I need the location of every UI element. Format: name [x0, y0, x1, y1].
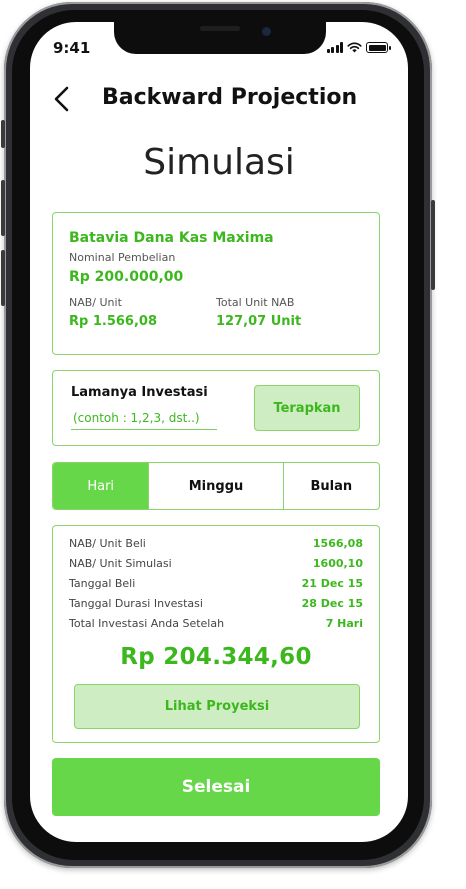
nominal-label: Nominal Pembelian — [69, 251, 176, 264]
back-button[interactable] — [48, 84, 78, 114]
result-row: NAB/ Unit Simulasi 1600,10 — [69, 557, 363, 573]
volume-up-button — [1, 180, 5, 236]
result-value: 1566,08 — [312, 537, 363, 550]
status-time: 9:41 — [53, 39, 91, 57]
mute-switch — [1, 120, 5, 148]
page-title: Backward Projection — [102, 85, 358, 110]
result-label: NAB/ Unit Beli — [69, 537, 146, 550]
total-investment-amount: Rp 204.344,60 — [120, 644, 312, 670]
wifi-icon — [347, 42, 362, 53]
fund-summary-card: Batavia Dana Kas Maxima Nominal Pembelia… — [52, 212, 380, 355]
result-value: 1600,10 — [312, 557, 363, 570]
investment-duration-input[interactable] — [71, 406, 217, 430]
nab-label: NAB/ Unit — [69, 296, 122, 309]
done-button[interactable]: Selesai — [52, 758, 380, 816]
result-value: 7 Hari — [325, 617, 363, 630]
chevron-left-icon — [54, 86, 69, 112]
tab-hari[interactable]: Hari — [53, 463, 149, 509]
result-label: Tanggal Durasi Investasi — [69, 597, 203, 610]
fund-name: Batavia Dana Kas Maxima — [69, 230, 274, 246]
result-label: NAB/ Unit Simulasi — [69, 557, 172, 570]
nab-value: Rp 1.566,08 — [69, 314, 157, 329]
tab-minggu[interactable]: Minggu — [148, 463, 282, 509]
signal-icon — [326, 42, 343, 53]
investment-duration-card: Lamanya Investasi Terapkan — [52, 370, 380, 446]
result-row: NAB/ Unit Beli 1566,08 — [69, 537, 363, 553]
result-row: Tanggal Beli 21 Dec 15 — [69, 577, 363, 593]
tab-bulan[interactable]: Bulan — [282, 463, 379, 509]
result-label: Tanggal Beli — [69, 577, 136, 590]
phone-screen: 9:41 Backward Projection Simulasi Batavi… — [30, 22, 408, 842]
view-projection-button[interactable]: Lihat Proyeksi — [74, 684, 360, 729]
apply-button[interactable]: Terapkan — [254, 385, 360, 431]
total-unit-value: 127,07 Unit — [216, 314, 302, 329]
power-button — [431, 200, 435, 290]
total-unit-label: Total Unit NAB — [216, 296, 295, 309]
front-camera — [262, 27, 271, 36]
notch — [114, 22, 326, 54]
result-row: Tanggal Durasi Investasi 28 Dec 15 — [69, 597, 363, 613]
speaker — [200, 26, 240, 31]
volume-down-button — [1, 250, 5, 306]
results-card: NAB/ Unit Beli 1566,08 NAB/ Unit Simulas… — [52, 525, 380, 743]
result-label: Total Investasi Anda Setelah — [69, 617, 225, 630]
simulation-heading: Simulasi — [143, 142, 295, 183]
nominal-value: Rp 200.000,00 — [69, 269, 184, 285]
result-value: 28 Dec 15 — [301, 597, 363, 610]
investment-duration-label: Lamanya Investasi — [71, 385, 208, 400]
battery-icon — [366, 42, 391, 53]
result-value: 21 Dec 15 — [301, 577, 363, 590]
period-segmented-control: Hari Minggu Bulan — [52, 462, 380, 510]
result-row: Total Investasi Anda Setelah 7 Hari — [69, 617, 363, 633]
status-icons — [326, 42, 391, 53]
